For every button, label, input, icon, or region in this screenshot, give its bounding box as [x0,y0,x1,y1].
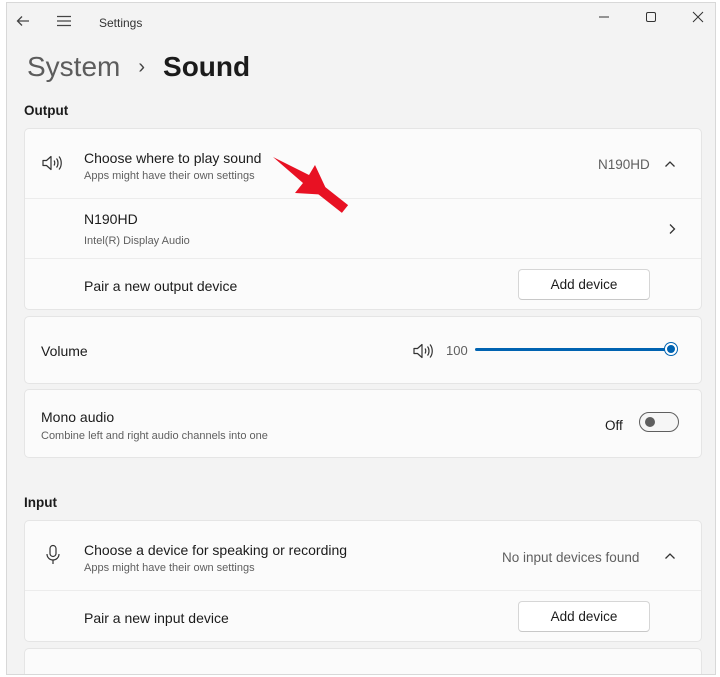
chevron-up-icon[interactable] [663,157,677,171]
maximize-icon[interactable] [639,8,663,26]
add-input-device-button[interactable]: Add device [518,601,650,632]
output-device-name: N190HD [84,211,138,227]
output-device-card: Choose where to play sound Apps might ha… [24,128,702,310]
pair-output-label: Pair a new output device [84,278,238,294]
breadcrumb-separator: › [138,55,146,78]
add-output-device-button[interactable]: Add device [518,269,650,300]
chevron-right-icon[interactable] [665,222,679,236]
title-bar: Settings [7,3,715,41]
input-device-card: Choose a device for speaking or recordin… [24,520,702,642]
choose-output-subtitle: Apps might have their own settings [84,170,255,182]
mono-audio-subtitle: Combine left and right audio channels in… [41,430,268,442]
breadcrumb: System › Sound [27,47,250,87]
page-title: Sound [163,51,251,82]
hamburger-menu-icon[interactable] [55,13,73,29]
input-section-heading: Input [24,495,57,510]
volume-slider[interactable] [25,329,701,359]
pair-output-row: Pair a new output device Add device [25,258,701,311]
close-icon[interactable] [686,8,710,26]
input-volume-card-partial [24,648,702,674]
minimize-icon[interactable] [592,8,616,26]
output-device-row[interactable]: N190HD Intel(R) Display Audio [25,198,701,258]
window-title: Settings [99,16,143,30]
volume-slider-thumb[interactable] [665,343,677,355]
choose-output-title: Choose where to play sound [84,150,262,166]
volume-card: Volume 100 [24,316,702,384]
output-section-heading: Output [24,103,69,118]
speaker-icon [42,155,62,171]
volume-slider-track[interactable] [475,348,671,351]
back-arrow-icon[interactable] [15,13,31,29]
choose-output-row[interactable]: Choose where to play sound Apps might ha… [25,129,701,198]
choose-input-subtitle: Apps might have their own settings [84,562,255,574]
pair-input-row: Pair a new input device Add device [25,590,701,643]
output-device-description: Intel(R) Display Audio [84,235,190,247]
input-device-status: No input devices found [502,550,640,565]
microphone-icon [46,544,60,564]
settings-window: Settings System › Sound Output Choose wh… [6,2,716,675]
selected-output-device: N190HD [598,157,650,172]
choose-input-title: Choose a device for speaking or recordin… [84,542,348,558]
mono-audio-state: Off [605,418,623,433]
red-arrow-annotation [273,157,349,213]
mono-audio-toggle[interactable] [639,412,679,432]
breadcrumb-system[interactable]: System [27,51,120,83]
chevron-up-icon[interactable] [663,549,677,563]
choose-input-row[interactable]: Choose a device for speaking or recordin… [25,521,701,590]
toggle-knob [645,417,655,427]
mono-audio-title: Mono audio [41,409,115,425]
mono-audio-card: Mono audio Combine left and right audio … [24,389,702,458]
pair-input-label: Pair a new input device [84,610,229,626]
